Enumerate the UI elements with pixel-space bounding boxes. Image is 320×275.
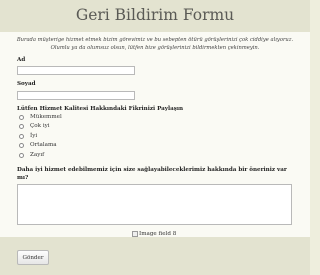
rating-option-label: Zayıf [30, 152, 45, 158]
form-title: Geri Bildirim Formu [75, 6, 235, 24]
rating-option-label: İyi [30, 133, 38, 139]
submit-button[interactable]: Gönder [17, 250, 49, 265]
rating-option-ortalama[interactable]: Ortalama [19, 141, 57, 149]
rating-option-label: Mükemmel [30, 114, 62, 120]
radio-button[interactable] [19, 133, 24, 139]
radio-button[interactable] [19, 114, 24, 120]
rating-label: Lütfen Hizmet Kalitesi Hakkındaki Fikrin… [17, 106, 184, 112]
radio-button[interactable] [19, 142, 24, 148]
first-name-input[interactable] [17, 66, 135, 75]
radio-button[interactable] [19, 123, 24, 129]
rating-option-mukemmel[interactable]: Mükemmel [19, 113, 62, 121]
last-name-label: Soyad [17, 81, 36, 87]
suggestion-label: Daha iyi hizmet edebilmemiz için size sa… [17, 167, 287, 181]
suggestion-textarea[interactable] [17, 184, 292, 225]
rating-option-label: Çok iyi [30, 123, 50, 129]
rating-option-iyi[interactable]: İyi [19, 132, 37, 140]
rating-option-cok-iyi[interactable]: Çok iyi [19, 122, 50, 130]
first-name-label: Ad [17, 57, 26, 63]
rating-option-zayif[interactable]: Zayıf [19, 151, 44, 159]
radio-button[interactable] [19, 152, 24, 158]
feedback-form-page: Geri Bildirim Formu Burada müşterige hiz… [0, 0, 310, 275]
form-header: Geri Bildirim Formu [0, 0, 310, 32]
rating-option-label: Ortalama [30, 142, 57, 148]
form-footer: Gönder [0, 237, 310, 275]
last-name-input[interactable] [17, 91, 135, 100]
form-intro: Burada müşterige hizmet etmek bizim göre… [16, 37, 294, 51]
